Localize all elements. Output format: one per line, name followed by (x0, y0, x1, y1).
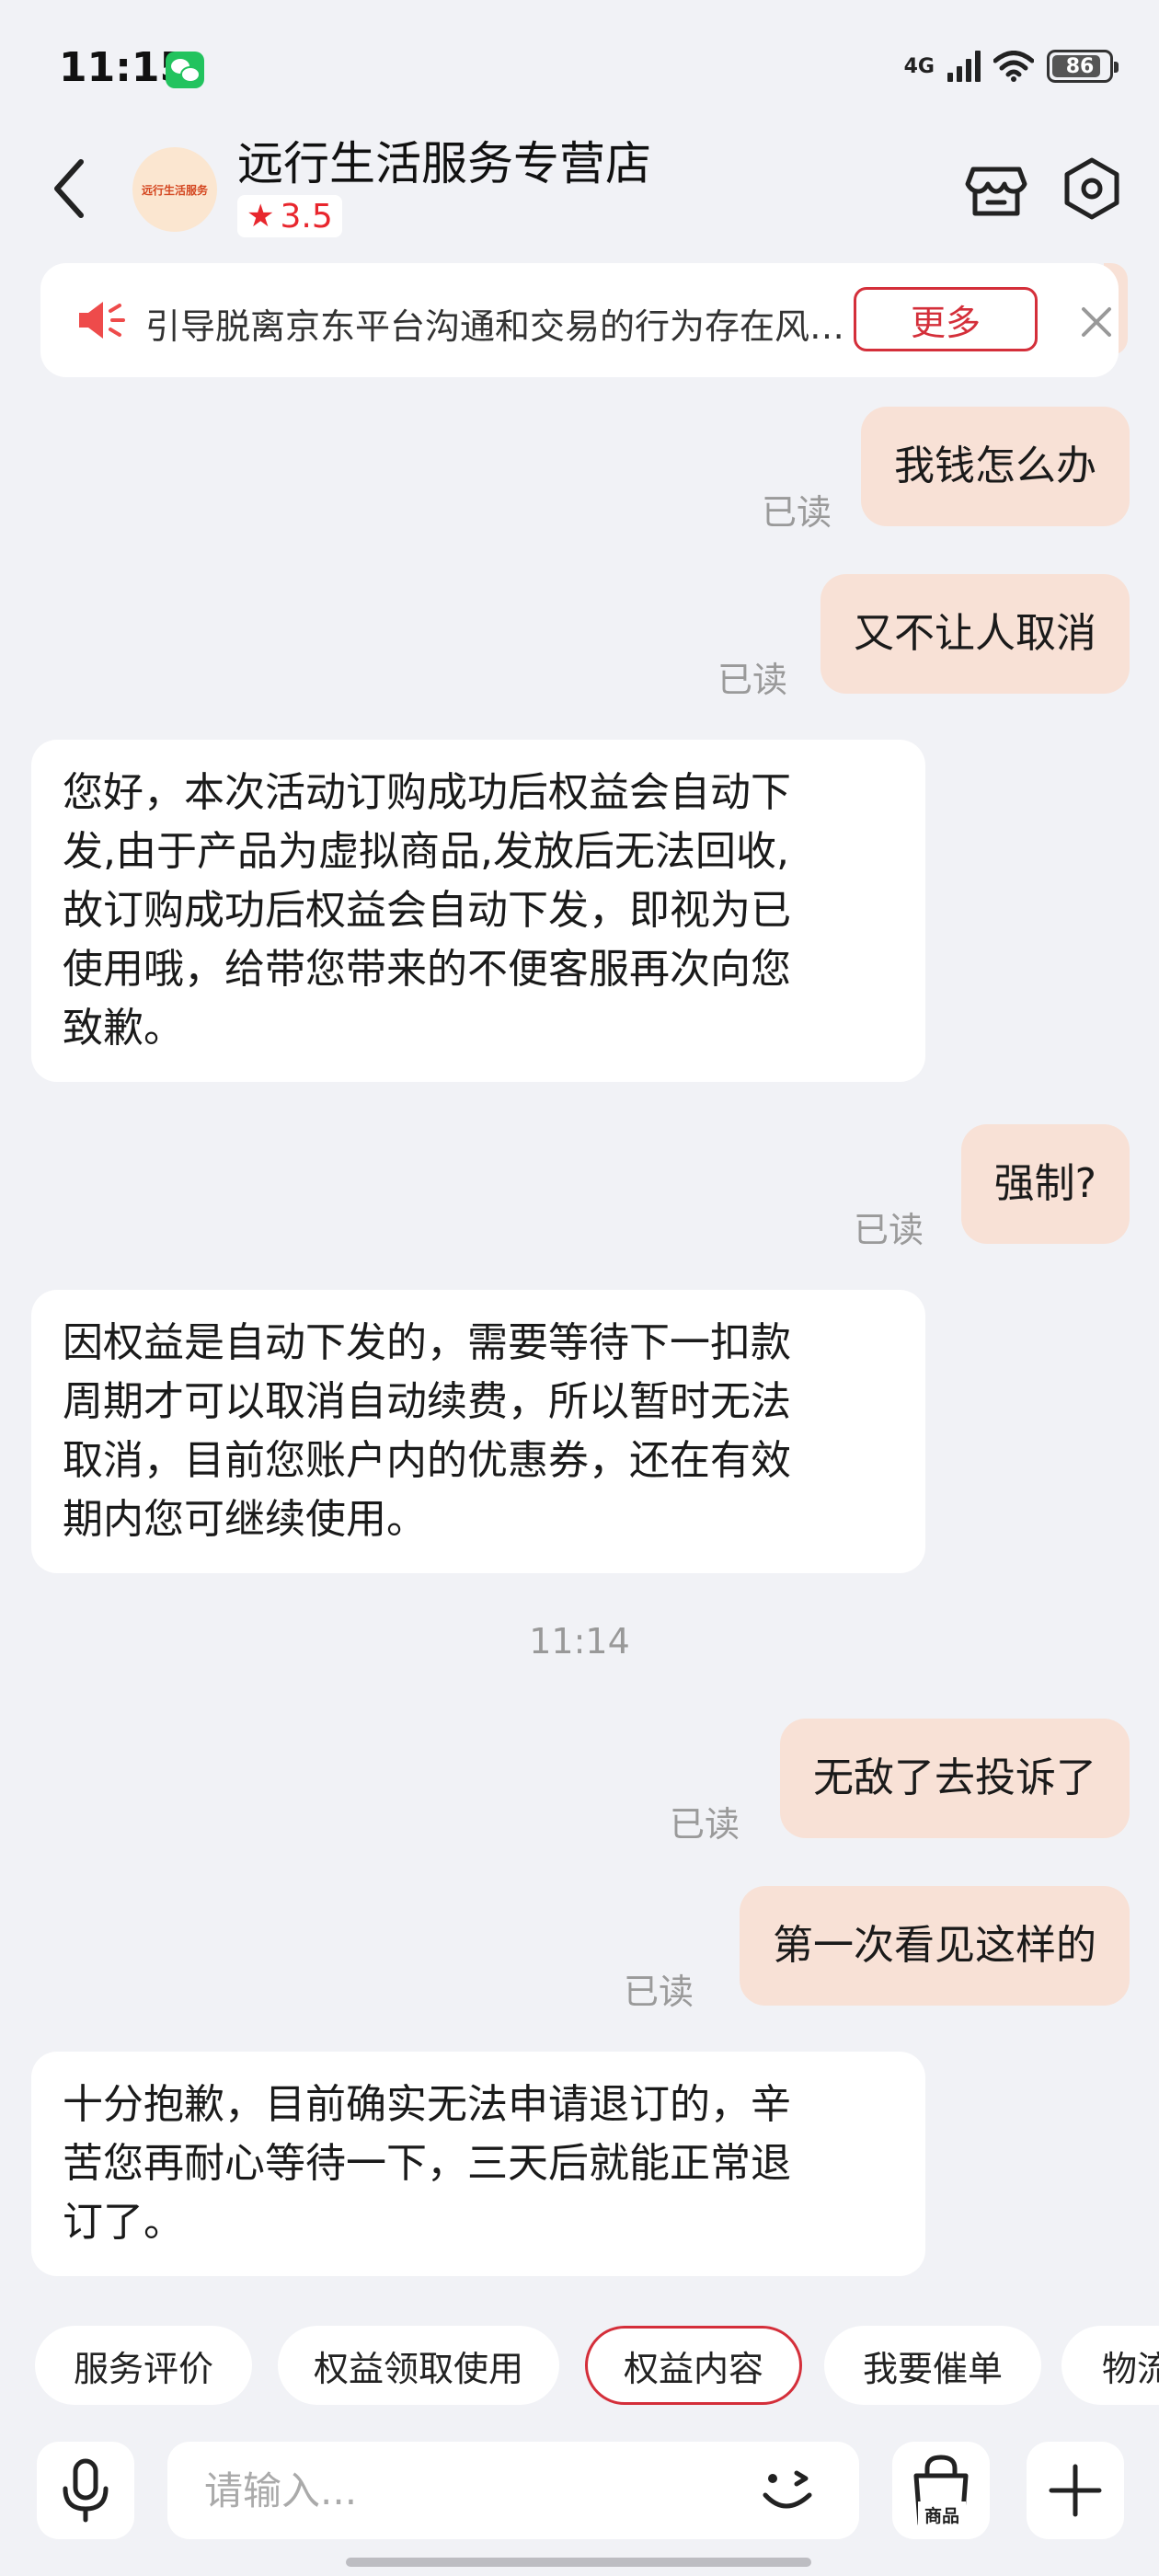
battery-percent: 86 (1065, 54, 1095, 78)
outgoing-message[interactable]: 强制? (960, 1124, 1130, 1244)
plus-icon (1049, 2464, 1102, 2517)
notice-bar[interactable]: 引导脱离京东平台沟通和交易的行为存在风险，请提高警惕 更多 (40, 263, 1119, 377)
settings-icon[interactable] (1060, 156, 1124, 221)
signal-icon (947, 51, 981, 82)
more-button[interactable]: 更多 (854, 287, 1038, 351)
message-text: 第一次看见这样的 (773, 1922, 1096, 1969)
chip-benefit-claim[interactable]: 权益领取使用 (278, 2326, 559, 2405)
read-status: 已读 (717, 660, 787, 700)
shop-avatar[interactable]: 远行生活服务 (132, 147, 217, 232)
message-line: 十分抱歉，目前确实无法申请退订的，辛 (63, 2081, 791, 2128)
wifi-icon (993, 51, 1034, 82)
status-indicators: 4G 86 (903, 50, 1119, 83)
incoming-message[interactable]: 因权益是自动下发的，需要等待下一扣款 周期才可以取消自动续费，所以暂时无法 取消… (31, 1290, 925, 1573)
network-type: 4G (903, 54, 935, 78)
incoming-message[interactable]: 十分抱歉，目前确实无法申请退订的，辛 苦您再耐心等待一下，三天后就能正常退 订了… (31, 2052, 925, 2276)
rating-value: 3.5 (280, 197, 333, 236)
emoji-icon[interactable] (756, 2462, 820, 2519)
goods-label: 商品 (924, 2505, 959, 2526)
message-line: 因权益是自动下发的，需要等待下一扣款 (63, 1319, 791, 1366)
outgoing-message[interactable]: 无敌了去投诉了 (780, 1719, 1130, 1838)
message-line: 取消，目前您账户内的优惠券，还在有效 (63, 1437, 791, 1484)
microphone-icon (63, 2458, 109, 2523)
message-line: 发,由于产品为虚拟商品,发放后无法回收, (63, 828, 789, 875)
chip-service-review[interactable]: 服务评价 (35, 2326, 252, 2405)
outgoing-message[interactable]: 我钱怎么办 (861, 407, 1130, 526)
star-icon: ★ (247, 198, 275, 235)
quick-reply-bar[interactable]: 服务评价 权益领取使用 权益内容 我要催单 物流 (0, 2326, 1159, 2409)
back-arrow-icon[interactable] (48, 156, 94, 221)
message-text: 强制? (993, 1160, 1096, 1207)
wechat-icon (166, 52, 204, 88)
voice-button[interactable] (37, 2442, 134, 2539)
chat-timestamp: 11:14 (529, 1621, 630, 1662)
battery-icon: 86 (1047, 50, 1119, 83)
message-text: 又不让人取消 (854, 610, 1096, 657)
chip-urge-order[interactable]: 我要催单 (824, 2326, 1041, 2405)
read-status: 已读 (669, 1804, 740, 1845)
status-bar: 11:15 4G 86 (0, 0, 1159, 138)
shop-rating: ★ 3.5 (237, 195, 342, 237)
read-status: 已读 (761, 492, 832, 533)
message-line: 订了。 (63, 2199, 184, 2246)
shopping-bag-icon: 商品 (913, 2455, 969, 2527)
outgoing-message[interactable]: 又不让人取消 (820, 574, 1130, 694)
outgoing-message[interactable]: 第一次看见这样的 (740, 1886, 1130, 2006)
shop-title[interactable]: 远行生活服务专营店 (237, 127, 651, 193)
chip-logistics[interactable]: 物流 (1061, 2326, 1159, 2405)
message-text: 我钱怎么办 (894, 443, 1096, 489)
add-button[interactable] (1027, 2442, 1124, 2539)
message-line: 您好，本次活动订购成功后权益会自动下 (63, 769, 791, 816)
home-indicator (346, 2558, 811, 2567)
message-line: 致歉。 (63, 1005, 184, 1052)
close-icon[interactable] (1078, 304, 1115, 340)
message-line: 期内您可继续使用。 (63, 1496, 427, 1543)
speaker-icon (79, 302, 125, 339)
read-status: 已读 (853, 1210, 924, 1250)
chip-benefit-content[interactable]: 权益内容 (585, 2326, 802, 2405)
goods-button[interactable]: 商品 (892, 2442, 990, 2539)
incoming-message[interactable]: 您好，本次活动订购成功后权益会自动下 发,由于产品为虚拟商品,发放后无法回收, … (31, 740, 925, 1082)
store-icon[interactable] (964, 156, 1028, 221)
message-line: 苦您再耐心等待一下，三天后就能正常退 (63, 2140, 791, 2187)
message-text: 无敌了去投诉了 (813, 1754, 1096, 1801)
message-line: 使用哦，给带您带来的不便客服再次向您 (63, 946, 791, 993)
notice-text: 引导脱离京东平台沟通和交易的行为存在风险，请提高警惕 (145, 306, 872, 347)
message-input[interactable] (204, 2442, 719, 2539)
read-status: 已读 (623, 1972, 694, 2012)
message-input-box[interactable] (167, 2442, 859, 2539)
message-line: 周期才可以取消自动续费，所以暂时无法 (63, 1378, 791, 1425)
avatar-text: 远行生活服务 (141, 183, 208, 197)
message-line: 故订购成功后权益会自动下发，即视为已 (63, 887, 791, 934)
